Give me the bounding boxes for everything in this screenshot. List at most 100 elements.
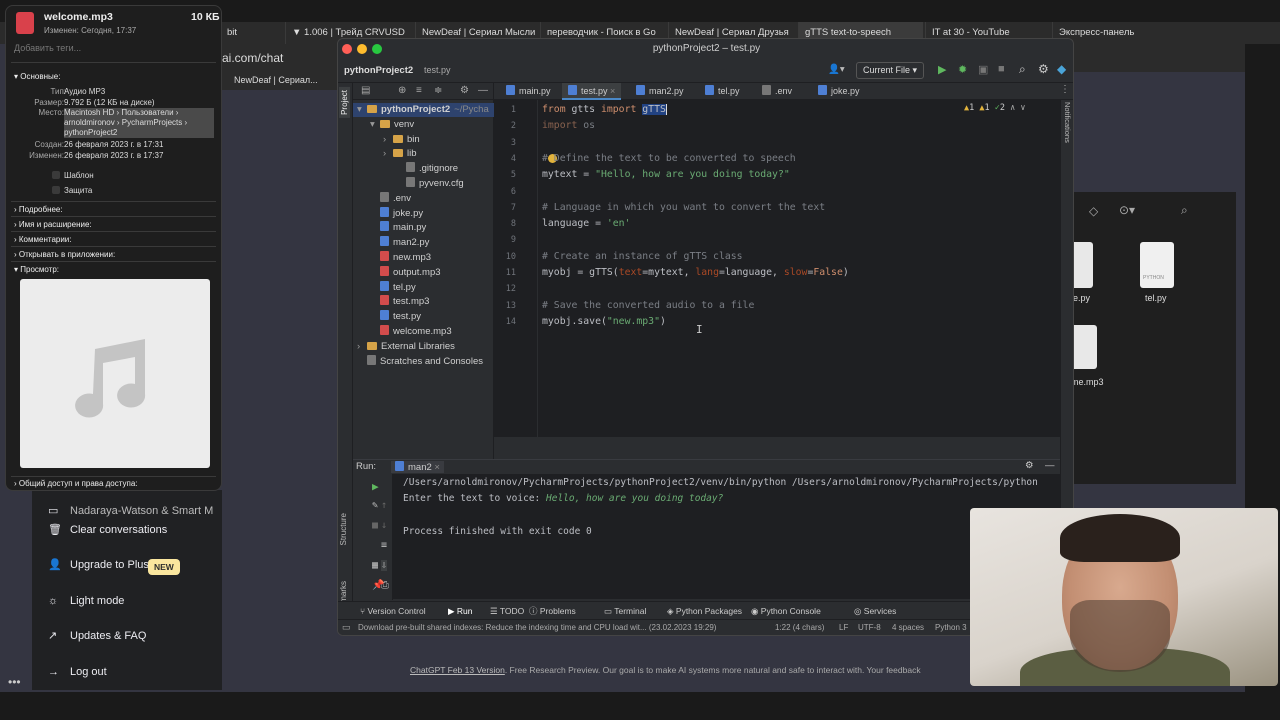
- template-checkbox[interactable]: [52, 171, 60, 179]
- tool-tab-problems[interactable]: ⓘ Problems: [529, 602, 576, 620]
- tool-tab-python-packages[interactable]: ◈ Python Packages: [667, 602, 742, 620]
- run-icon[interactable]: ▶: [938, 63, 946, 76]
- file-breadcrumb[interactable]: test.py: [424, 65, 451, 75]
- chevron-icon[interactable]: ›: [383, 133, 393, 147]
- light-mode-button[interactable]: ☼ Light mode: [48, 588, 124, 614]
- section-name-ext[interactable]: › Имя и расширение:: [14, 220, 92, 229]
- collapse-icon[interactable]: ≑: [434, 85, 442, 96]
- locate-icon[interactable]: ⊕: [398, 85, 406, 96]
- tool-tab-version-control[interactable]: ⑂ Version Control: [360, 602, 426, 620]
- tree-item[interactable]: › External Libraries: [353, 340, 455, 354]
- tree-item[interactable]: tel.py: [353, 280, 416, 295]
- editor-tab-main[interactable]: main.py: [500, 83, 557, 100]
- updates-faq-link[interactable]: ↗ Updates & FAQ: [48, 623, 146, 649]
- tree-item[interactable]: ▾ venv: [353, 118, 414, 132]
- zoom-button[interactable]: [372, 44, 382, 54]
- section-open-with[interactable]: › Открывать в приложении:: [14, 250, 115, 259]
- tool-tab-run[interactable]: ▶ Run: [448, 602, 473, 620]
- address-bar[interactable]: ai.com/chat: [220, 44, 340, 72]
- more-icon[interactable]: •••: [8, 675, 21, 689]
- indent-setting[interactable]: 4 spaces: [892, 623, 924, 632]
- gear-icon[interactable]: ⚙: [460, 85, 469, 96]
- section-basic[interactable]: ▾ Основные:: [14, 72, 60, 81]
- run-tab[interactable]: man2 ×: [391, 461, 444, 473]
- caret-position[interactable]: 1:22 (4 chars): [775, 623, 824, 632]
- log-out-button[interactable]: → Log out: [48, 659, 107, 685]
- project-tool-tab[interactable]: Project: [339, 87, 350, 118]
- tree-item[interactable]: welcome.mp3: [353, 325, 452, 339]
- bookmark-item[interactable]: NewDeaf | Сериал...: [234, 75, 318, 85]
- audio-file-icon[interactable]: [1071, 325, 1097, 369]
- tree-item[interactable]: pyvenv.cfg: [353, 177, 464, 191]
- section-comments[interactable]: › Комментарии:: [14, 235, 72, 244]
- tree-item[interactable]: Scratches and Consoles: [353, 354, 483, 369]
- more-tabs-icon[interactable]: ⋮: [1060, 84, 1070, 95]
- run-config-select[interactable]: Current File ▾: [856, 62, 925, 79]
- tree-item[interactable]: new.mp3: [353, 251, 431, 265]
- panel-layout-icon[interactable]: ▤: [361, 85, 370, 96]
- layout-icon[interactable]: ▦: [372, 560, 378, 571]
- status-message[interactable]: Download pre-built shared indexes: Reduc…: [358, 623, 716, 632]
- tool-tab-todo[interactable]: ☰ TODO: [490, 602, 524, 620]
- tree-item[interactable]: man2.py: [353, 236, 429, 250]
- up-arrow-icon[interactable]: ↑: [381, 500, 387, 511]
- tree-item[interactable]: › lib: [353, 147, 417, 161]
- gear-icon[interactable]: ⚙: [1038, 62, 1049, 76]
- chevron-icon[interactable]: ›: [357, 340, 367, 354]
- project-breadcrumb[interactable]: pythonProject2: [344, 65, 413, 76]
- upgrade-to-plus-button[interactable]: 👤 Upgrade to Plus: [48, 552, 149, 578]
- pin-icon[interactable]: 📌: [372, 580, 384, 591]
- editor-tab-env[interactable]: .env: [756, 83, 798, 100]
- tree-item[interactable]: test.py: [353, 310, 421, 324]
- hide-panel-icon[interactable]: —: [478, 85, 488, 96]
- stop-icon[interactable]: ■: [998, 63, 1005, 75]
- browser-tab[interactable]: bit: [220, 22, 280, 44]
- tag-icon[interactable]: ◇: [1089, 204, 1098, 218]
- file-thumbnail[interactable]: [1071, 242, 1093, 288]
- version-link[interactable]: ChatGPT Feb 13 Version: [410, 665, 505, 675]
- search-icon[interactable]: ⌕: [1019, 62, 1026, 77]
- soft-wrap-icon[interactable]: ≡: [381, 540, 387, 551]
- tags-field[interactable]: Добавить теги...: [14, 43, 81, 53]
- editor-tab-man2[interactable]: man2.py: [630, 83, 690, 100]
- notifications-tool-tab[interactable]: Notifications: [1063, 102, 1072, 143]
- editor-tab-tel[interactable]: tel.py: [699, 83, 746, 100]
- expand-icon[interactable]: ≡: [416, 85, 422, 96]
- editor-tab-test[interactable]: test.py ×: [562, 83, 622, 100]
- close-button[interactable]: [342, 44, 352, 54]
- chevron-icon[interactable]: ▾: [370, 118, 380, 132]
- section-sharing[interactable]: › Общий доступ и права доступа:: [14, 479, 138, 488]
- tree-item[interactable]: .gitignore: [353, 162, 458, 176]
- debug-icon[interactable]: ✹: [958, 63, 967, 76]
- user-icon[interactable]: 👤▾: [828, 64, 845, 75]
- tool-tab-terminal[interactable]: ▭ Terminal: [604, 602, 646, 620]
- minimize-button[interactable]: [357, 44, 367, 54]
- down-arrow-icon[interactable]: ↓: [381, 520, 387, 531]
- file-encoding[interactable]: UTF-8: [858, 623, 881, 632]
- wrench-icon[interactable]: ✎: [372, 500, 378, 511]
- clear-conversations-button[interactable]: 🗑 Clear conversations: [48, 517, 167, 543]
- gear-icon[interactable]: ⚙: [1025, 460, 1034, 471]
- stop-icon[interactable]: ■: [372, 520, 378, 531]
- tree-item[interactable]: .env: [353, 191, 411, 206]
- editor-tab-joke[interactable]: joke.py: [812, 83, 866, 100]
- tool-tab-services[interactable]: ◎ Services: [854, 602, 896, 620]
- plugin-icon[interactable]: ◆: [1057, 62, 1066, 76]
- tree-item[interactable]: main.py: [353, 221, 426, 235]
- hide-panel-icon[interactable]: —: [1045, 460, 1055, 471]
- code-editor[interactable]: 1 2 3 4 5 6 7 8 9 10 11 12 13 14 ▲1 ▲1 ✓2 ∧ ∨ from gt…: [494, 100, 1060, 437]
- structure-tool-tab[interactable]: Structure: [339, 513, 348, 545]
- coverage-icon[interactable]: ▣: [978, 63, 988, 76]
- line-separator[interactable]: LF: [839, 623, 848, 632]
- tree-item[interactable]: joke.py: [353, 206, 423, 221]
- locked-checkbox[interactable]: [52, 186, 60, 194]
- python-interpreter[interactable]: Python 3: [935, 623, 967, 632]
- rerun-icon[interactable]: ▶: [372, 480, 379, 493]
- more-actions-icon[interactable]: ⊙▾: [1119, 203, 1135, 217]
- section-more[interactable]: › Подробнее:: [14, 205, 63, 214]
- search-icon[interactable]: ⌕: [1181, 203, 1188, 218]
- chevron-icon[interactable]: ›: [383, 147, 393, 161]
- tool-tab-python-console[interactable]: ◉ Python Console: [751, 602, 821, 620]
- scroll-end-icon[interactable]: ⇩: [381, 560, 388, 571]
- python-file-icon[interactable]: PYTHON: [1140, 242, 1174, 288]
